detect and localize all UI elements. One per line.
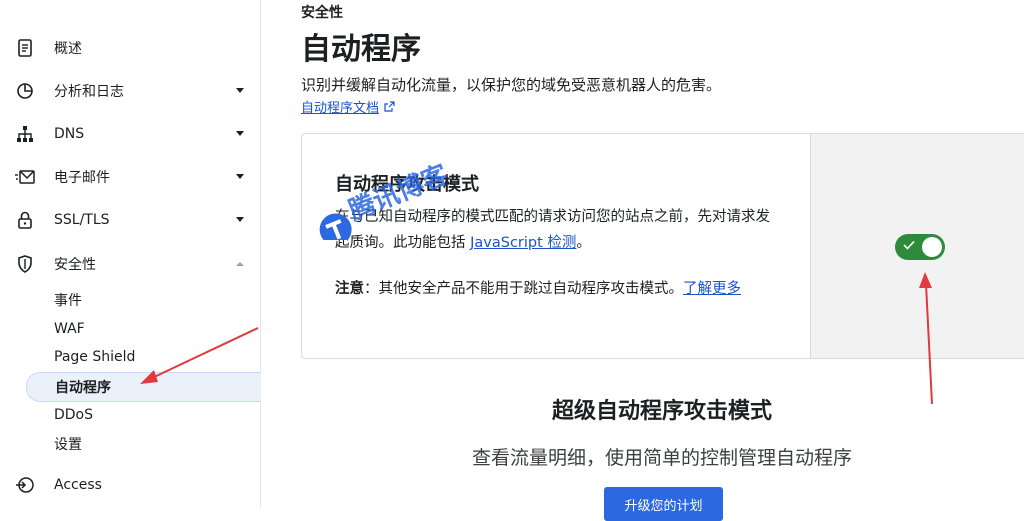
external-link-icon [384,101,395,112]
sidebar-item-analytics[interactable]: 分析和日志 [0,69,260,112]
chevron-down-icon [236,88,244,93]
sidebar-subitem-events[interactable]: 事件 [26,286,260,314]
super-bot-fight-title: 超级自动程序攻击模式 [551,399,772,424]
chevron-down-icon [236,131,244,136]
sidebar-item-ssl[interactable]: SSL/TLS [0,198,260,241]
card-description: 在与已知自动程序的模式匹配的请求访问您的站点之前，先对请求发起质询。此功能包括 … [335,209,770,251]
sidebar-item-label: 概述 [54,40,82,57]
javascript-detection-link[interactable]: JavaScript 检测 [470,235,576,251]
sidebar-item-label: 分析和日志 [54,83,124,100]
bot-fight-mode-toggle[interactable] [895,234,945,260]
learn-more-link[interactable]: 了解更多 [683,281,741,297]
chart-icon [15,81,35,101]
network-icon [15,124,35,144]
sidebar-subitem-waf[interactable]: WAF [26,315,260,343]
email-icon [15,167,35,187]
card-title: 自动程序攻击模式 [335,174,479,195]
access-icon [15,475,35,495]
sidebar-subitem-page-shield[interactable]: Page Shield [26,343,260,371]
upgrade-plan-button[interactable]: 升级您的计划 [604,487,723,521]
sidebar-item-email[interactable]: 电子邮件 [0,155,260,198]
breadcrumb: 安全性 [301,5,343,21]
toggle-panel [810,134,1024,358]
bot-fight-mode-card: 自动程序攻击模式 在与已知自动程序的模式匹配的请求访问您的站点之前，先对请求发起… [301,133,1024,359]
page-description: 识别并缓解自动化流量，以保护您的域免受恶意机器人的危害。 [301,76,722,94]
lock-icon [15,210,35,230]
chevron-down-icon [236,217,244,222]
sidebar-item-label: 电子邮件 [54,169,110,186]
sidebar-item-overview[interactable]: 概述 [0,26,260,69]
sidebar-item-label: Access [54,476,102,493]
chevron-down-icon [236,174,244,179]
sidebar-item-label: DNS [54,125,85,142]
sidebar-item-label: 安全性 [54,256,96,273]
bots-docs-link[interactable]: 自动程序文档 [301,97,395,116]
card-note: 注意：其他安全产品不能用于跳过自动程序攻击模式。了解更多 [335,281,741,297]
chevron-up-icon [236,261,244,266]
sidebar-item-security[interactable]: 安全性 [0,242,260,285]
sidebar-item-dns[interactable]: DNS [0,112,260,155]
sidebar: 概述 分析和日志 DNS 电子邮件 SSL/TLS 安全性 事件 WAF Pag… [0,0,261,508]
super-bot-fight-description: 查看流量明细，使用简单的控制管理自动程序 [471,447,852,469]
page-title: 自动程序 [301,32,421,67]
check-icon [903,240,915,250]
sidebar-item-label: SSL/TLS [54,211,110,228]
toggle-knob [922,237,942,257]
shield-icon [15,254,35,274]
document-icon [15,38,35,58]
